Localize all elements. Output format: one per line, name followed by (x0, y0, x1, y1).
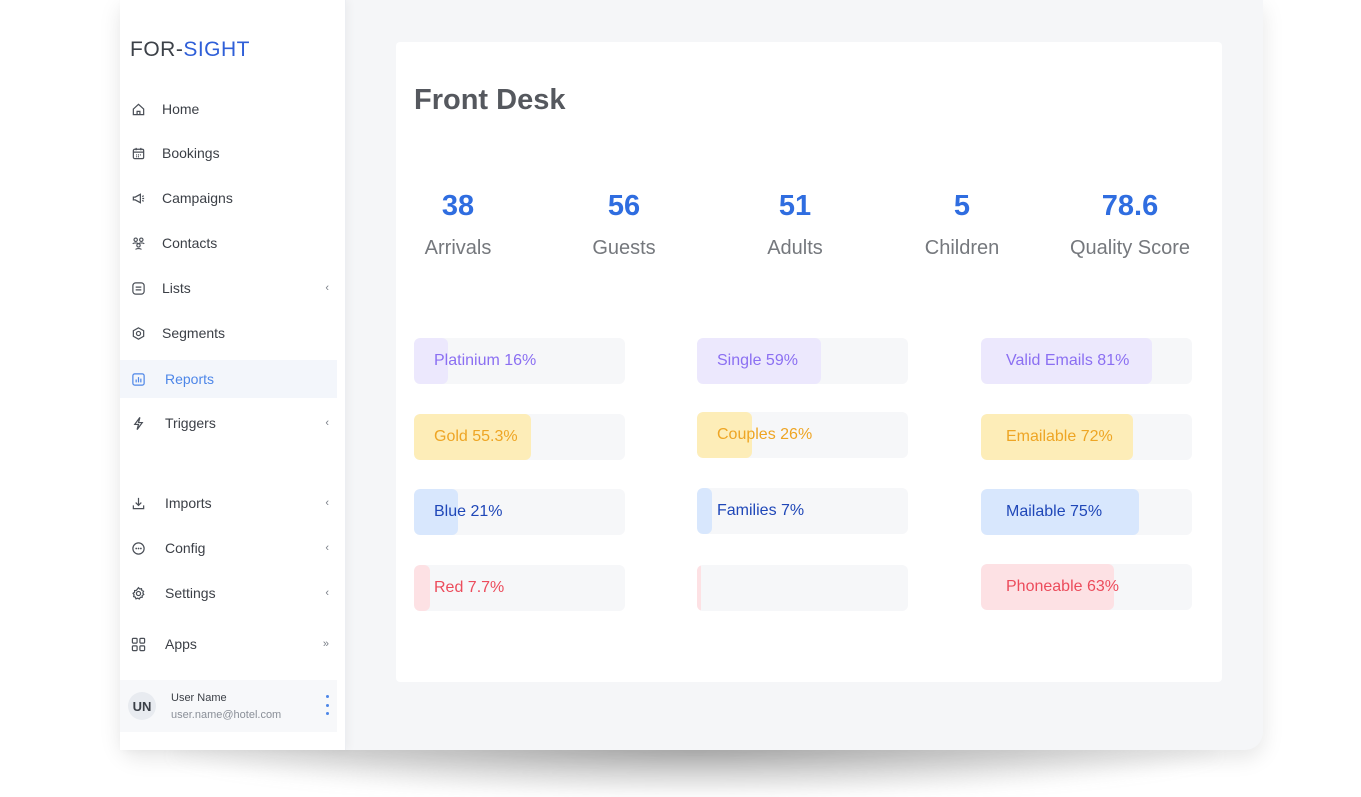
bar-label: Mailable 75% (1006, 503, 1103, 520)
bar-label: Valid Emails 81% (1006, 352, 1130, 369)
stat-label: Children (924, 237, 1000, 259)
sidebar-item-contacts[interactable]: Contacts (120, 224, 337, 262)
sidebar-item-label: Segments (162, 325, 226, 341)
config-icon (130, 540, 146, 556)
sidebar-item-triggers[interactable]: Triggers ‹ (120, 404, 337, 442)
lightning-icon (130, 415, 146, 431)
home-icon (130, 101, 146, 117)
sidebar-item-home[interactable]: Home (120, 90, 337, 128)
import-icon (130, 495, 146, 511)
bar-emailable: Emailable 72% (981, 414, 1192, 460)
sidebar-item-label: Campaigns (162, 190, 233, 206)
stat-label: Guests (592, 237, 656, 259)
bar-red: Red 7.7% (414, 565, 625, 611)
chevron-left-icon: ‹ (325, 282, 329, 294)
bar-label: Blue 21% (434, 503, 503, 520)
more-options-icon[interactable] (325, 695, 329, 715)
bar-label: Emailable 72% (1006, 428, 1113, 445)
sidebar-item-lists[interactable]: Lists ‹ (120, 269, 337, 307)
megaphone-icon (130, 190, 146, 206)
user-name: User Name (171, 692, 227, 704)
stat-guests: 56 Guests (549, 190, 699, 260)
sidebar-item-label: Triggers (165, 415, 216, 431)
sidebar: FOR-SIGHT Home Bookings Campaigns Contac… (120, 0, 346, 750)
bar-label: Single 59% (717, 352, 798, 369)
sidebar-item-settings[interactable]: Settings ‹ (120, 574, 337, 612)
sidebar-item-label: Home (162, 101, 200, 117)
list-icon (130, 280, 146, 296)
bar-mailable: Mailable 75% (981, 489, 1192, 535)
brand-logo-part2: SIGHT (183, 38, 250, 61)
stat-children: 5 Children (887, 190, 1037, 260)
bar-gold: Gold 55.3% (414, 414, 625, 460)
bar-fill (697, 565, 702, 611)
bar-valid-emails: Valid Emails 81% (981, 338, 1192, 384)
chevron-left-icon: ‹ (325, 497, 329, 509)
bar-label: Gold 55.3% (434, 428, 518, 445)
stat-label: Adults (767, 237, 823, 259)
user-profile[interactable]: UN User Name user.name@hotel.com (120, 680, 337, 732)
brand-logo[interactable]: FOR-SIGHT (130, 38, 250, 62)
apps-grid-icon (130, 636, 146, 652)
brand-logo-part1: FOR- (130, 38, 184, 61)
sidebar-item-label: Settings (165, 585, 216, 601)
sidebar-item-label: Bookings (162, 145, 220, 161)
screen: FOR-SIGHT Home Bookings Campaigns Contac… (0, 0, 1361, 797)
stat-value: 51 (778, 190, 812, 222)
calendar-icon (130, 145, 146, 161)
bar-label: Couples 26% (717, 426, 813, 443)
stat-value: 5 (953, 190, 971, 222)
bar-blue: Blue 21% (414, 489, 625, 535)
contacts-icon (130, 235, 146, 251)
reports-icon (130, 371, 146, 387)
chevron-left-icon: ‹ (325, 542, 329, 554)
segments-icon (130, 325, 146, 341)
bar-empty (697, 565, 908, 611)
sidebar-item-bookings[interactable]: Bookings (120, 134, 337, 172)
stat-value: 56 (607, 190, 641, 222)
stat-adults: 51 Adults (720, 190, 870, 260)
stat-label: Quality Score (1069, 237, 1191, 259)
stat-value: 38 (441, 190, 475, 222)
page-title: Front Desk (414, 84, 566, 116)
bar-label: Phoneable 63% (1006, 578, 1119, 595)
sidebar-item-label: Imports (165, 495, 212, 511)
bar-fill (414, 565, 431, 611)
sidebar-item-label: Lists (162, 280, 191, 296)
avatar: UN (128, 692, 156, 720)
sidebar-item-label: Apps (165, 636, 197, 652)
sidebar-item-segments[interactable]: Segments (120, 314, 337, 352)
stat-quality-score: 78.6 Quality Score (1055, 190, 1205, 260)
stat-value: 78.6 (1101, 190, 1159, 222)
sidebar-item-reports[interactable]: Reports (120, 360, 337, 398)
bar-label: Families 7% (717, 502, 805, 519)
sidebar-item-label: Contacts (162, 235, 218, 251)
stat-arrivals: 38 Arrivals (383, 190, 533, 260)
bar-platinium: Platinium 16% (414, 338, 625, 384)
bar-label: Red 7.7% (434, 579, 505, 596)
user-email: user.name@hotel.com (171, 709, 282, 721)
bar-fill (697, 488, 712, 534)
front-desk-card: Front Desk 38 Arrivals 56 Guests 51 Adul… (396, 42, 1222, 682)
sidebar-item-imports[interactable]: Imports ‹ (120, 484, 337, 522)
sidebar-item-config[interactable]: Config ‹ (120, 529, 337, 567)
double-chevron-right-icon: » (322, 638, 329, 650)
bar-label: Platinium 16% (434, 352, 537, 369)
stat-label: Arrivals (424, 237, 492, 259)
sidebar-item-label: Reports (165, 371, 215, 387)
bar-single: Single 59% (697, 338, 908, 384)
sidebar-item-label: Config (165, 540, 206, 556)
chevron-left-icon: ‹ (325, 417, 329, 429)
bar-families: Families 7% (697, 488, 908, 534)
bar-phoneable: Phoneable 63% (981, 564, 1192, 610)
sidebar-item-campaigns[interactable]: Campaigns (120, 179, 337, 217)
chevron-left-icon: ‹ (325, 587, 329, 599)
sidebar-item-apps[interactable]: Apps » (120, 625, 337, 663)
bar-couples: Couples 26% (697, 412, 908, 458)
gear-icon (130, 585, 146, 601)
